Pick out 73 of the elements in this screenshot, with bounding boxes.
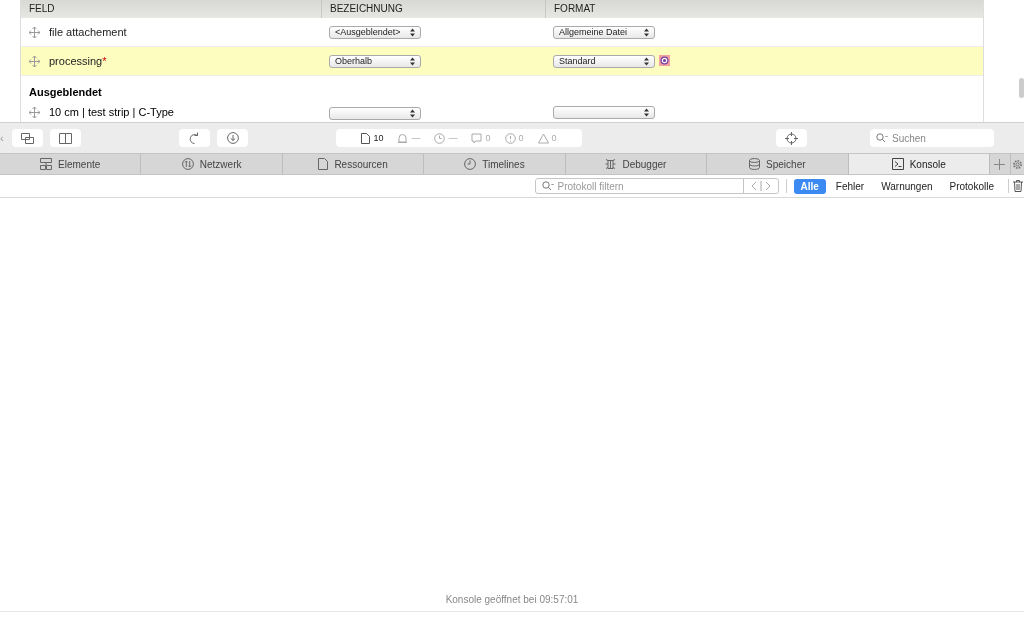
column-header: FORMAT	[545, 0, 983, 18]
speech-bubble-icon	[471, 132, 483, 144]
settings-button[interactable]	[1009, 154, 1024, 174]
inspect-button[interactable]	[776, 129, 807, 147]
download-icon	[226, 132, 239, 144]
clock-icon	[464, 158, 477, 170]
error-icon	[504, 132, 516, 144]
crosshair-icon	[785, 131, 798, 145]
dashboard-count: 0	[485, 133, 491, 143]
dashboard-count: 0	[518, 133, 524, 143]
dashboard-count: —	[448, 133, 458, 143]
select-arrows-icon	[410, 109, 415, 119]
select-field[interactable]: <Ausgeblendet>	[329, 25, 421, 39]
edge-arrow: ‹	[0, 132, 5, 144]
console-message: Konsole geöffnet bei 09:57:01	[0, 594, 1024, 612]
tab[interactable]: Speicher	[707, 154, 849, 174]
split-panel-icon	[59, 132, 72, 144]
column-header: FELD	[28, 2, 56, 16]
reload-button[interactable]	[179, 129, 210, 147]
network-icon	[181, 158, 194, 170]
tab[interactable]: Timelines	[424, 154, 566, 174]
select-arrows-icon	[410, 27, 415, 37]
search-field[interactable]: Suchen	[870, 129, 994, 147]
trash-icon[interactable]	[1013, 180, 1023, 192]
windows-icon	[21, 132, 34, 144]
select-arrows-icon	[644, 56, 649, 66]
document-icon	[361, 132, 371, 144]
select-field[interactable]	[553, 105, 655, 119]
section-heading: Ausgeblendet	[28, 85, 103, 100]
console-icon	[891, 158, 904, 170]
tab[interactable]: Elemente	[0, 154, 142, 174]
reload-icon	[189, 132, 200, 144]
drag-handle-icon[interactable]	[29, 26, 40, 38]
database-icon	[749, 158, 761, 170]
split-view-button[interactable]	[50, 129, 81, 147]
tab[interactable]: Konsole	[848, 154, 990, 174]
tab[interactable]: Debugger	[565, 154, 708, 174]
download-button[interactable]	[217, 129, 248, 147]
bug-icon	[605, 158, 617, 170]
dashboard-count: —	[411, 133, 421, 143]
tab[interactable]: Netzwerk	[141, 154, 283, 174]
filter-button[interactable]: Warnungen	[874, 178, 940, 194]
field-name: file attachement	[49, 26, 127, 38]
bell-icon	[397, 132, 409, 144]
clock-icon	[434, 132, 446, 144]
field-name: processing	[49, 55, 103, 67]
column-header: BEZEICHNUNG	[321, 0, 545, 18]
undock-button[interactable]	[12, 129, 43, 147]
field-name: 10 cm | test strip | C-Type	[49, 106, 174, 118]
settings-icon	[1011, 158, 1023, 170]
select-field[interactable]	[329, 107, 421, 121]
search-icon	[876, 133, 888, 143]
tab[interactable]: Ressourcen	[282, 154, 425, 174]
filter-button[interactable]: Fehler	[828, 178, 872, 194]
select-arrows-icon	[644, 27, 649, 37]
elements-icon	[40, 158, 53, 170]
dashboard-count: 10	[373, 133, 384, 143]
select-field[interactable]: Oberhalb	[329, 54, 421, 68]
select-arrows-icon	[410, 56, 415, 66]
search-icon	[541, 181, 554, 191]
drag-handle-icon[interactable]	[29, 55, 40, 67]
drag-handle-icon[interactable]	[29, 106, 40, 118]
document-icon	[318, 158, 329, 170]
select-arrows-icon	[644, 107, 649, 117]
dashboard-count: 0	[551, 133, 557, 143]
plus-icon	[994, 158, 1006, 170]
select-field[interactable]: Standard	[553, 54, 655, 68]
scrollbar-thumb[interactable]	[1019, 78, 1024, 98]
filter-button[interactable]: Protokolle	[942, 178, 1001, 194]
warning-icon	[537, 132, 549, 144]
select-field[interactable]: Allgemeine Datei	[553, 25, 655, 39]
activity-dashboard[interactable]: 10 — — 0 0 0	[336, 129, 582, 147]
required-mark: *	[102, 55, 107, 67]
